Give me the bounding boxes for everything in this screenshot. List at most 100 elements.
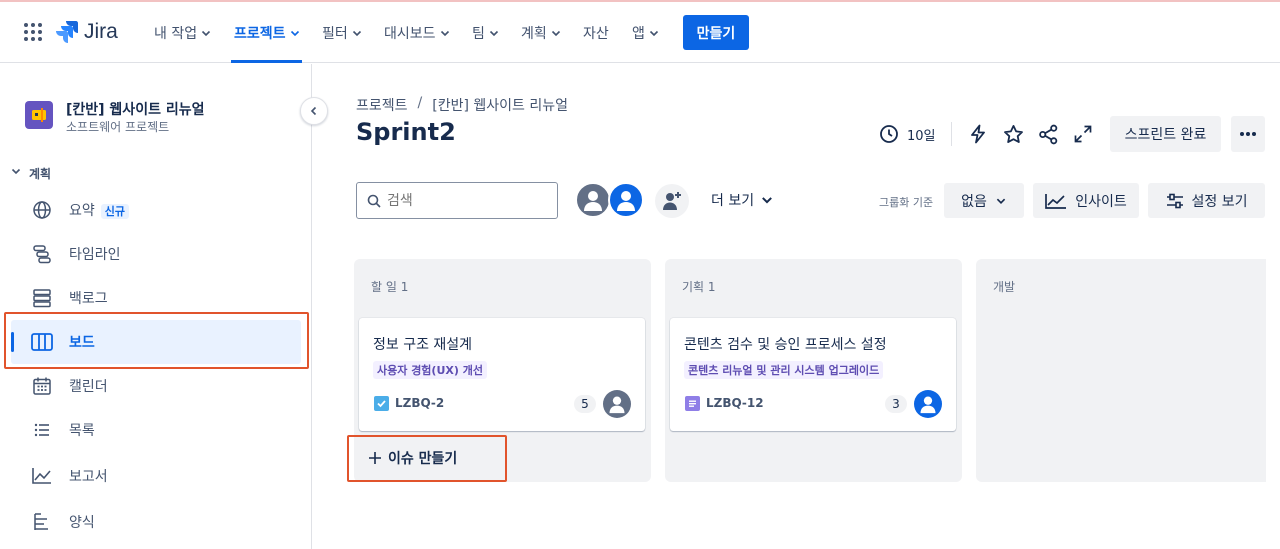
breadcrumb-projects[interactable]: 프로젝트 [356, 95, 408, 115]
breadcrumb-project[interactable]: [칸반] 웹사이트 리뉴얼 [432, 95, 568, 115]
column-title[interactable]: 할 일 1 [371, 278, 408, 295]
column-title[interactable]: 기획 1 [682, 278, 716, 295]
search-input[interactable] [387, 192, 547, 209]
story-points: 5 [574, 395, 596, 413]
project-avatar-icon [32, 108, 46, 122]
column-title[interactable]: 개발 [993, 278, 1015, 295]
nav-projects[interactable]: 프로젝트 [234, 2, 300, 63]
sidebar-item-label: 목록 [69, 423, 95, 439]
chevron-down-icon [202, 30, 211, 36]
page-title: Sprint2 [356, 118, 456, 146]
section-chevron-down-icon[interactable] [11, 166, 21, 176]
app-switcher-icon[interactable] [23, 22, 43, 42]
timeline-icon [30, 242, 54, 266]
new-badge: 신규 [100, 204, 130, 219]
jira-logo[interactable]: Jira [56, 20, 118, 44]
star-icon[interactable] [1003, 124, 1024, 145]
epic-label[interactable]: 사용자 경험(UX) 개선 [373, 361, 487, 379]
chevron-down-icon [649, 30, 658, 36]
issue-key[interactable]: LZBQ-12 [706, 396, 764, 410]
issue-key[interactable]: LZBQ-2 [395, 396, 444, 410]
sidebar-item-forms[interactable]: 양식 [0, 500, 312, 544]
project-name[interactable]: [칸반] 웹사이트 리뉴얼 [66, 99, 204, 119]
group-by-select[interactable]: 없음 [944, 183, 1024, 218]
card-title: 정보 구조 재설계 [373, 337, 473, 353]
more-horizontal-icon [1240, 132, 1256, 136]
jira-logo-icon [56, 21, 78, 43]
chevron-left-icon [310, 106, 317, 116]
section-planning[interactable]: 계획 [29, 165, 51, 182]
calendar-icon [30, 374, 54, 398]
more-actions-button[interactable] [1231, 116, 1265, 152]
chart-line-icon [1045, 193, 1067, 209]
chevron-down-icon [551, 30, 560, 36]
person-icon [920, 396, 936, 414]
create-button[interactable]: 만들기 [683, 15, 749, 50]
person-icon [584, 191, 602, 211]
days-remaining[interactable]: 10일 [879, 124, 936, 144]
collapse-sidebar-button[interactable] [300, 97, 328, 125]
list-icon [30, 418, 54, 442]
assignee-avatar[interactable] [608, 182, 644, 218]
nav-assets[interactable]: 자산 [583, 2, 609, 63]
globe-icon [30, 198, 54, 222]
epic-label[interactable]: 콘텐츠 리뉴얼 및 관리 시스템 업그레이드 [684, 361, 884, 379]
complete-sprint-button[interactable]: 스프린트 완료 [1110, 116, 1221, 152]
share-icon[interactable] [1038, 124, 1059, 145]
sidebar-item-list[interactable]: 목록 [0, 408, 312, 452]
sidebar-item-summary[interactable]: 요약 신규 [0, 188, 312, 232]
breadcrumb-separator: / [417, 95, 423, 111]
story-type-icon [685, 396, 700, 411]
sidebar-item-label: 양식 [69, 515, 95, 531]
automation-icon[interactable] [968, 124, 988, 144]
sidebar-item-reports[interactable]: 보고서 [0, 454, 312, 498]
board-column-planning: 기획 1 콘텐츠 검수 및 승인 프로세스 설정 콘텐츠 리뉴얼 및 관리 시스… [665, 259, 962, 482]
jira-logo-text: Jira [84, 20, 118, 43]
highlight-create-issue [347, 435, 507, 482]
expand-icon[interactable] [1073, 124, 1093, 144]
board-column-development: 개발 [976, 259, 1266, 482]
settings-sliders-icon [1166, 193, 1183, 208]
card-title: 콘텐츠 검수 및 승인 프로세스 설정 [684, 337, 887, 353]
sidebar-item-timeline[interactable]: 타임라인 [0, 232, 312, 276]
clock-icon [880, 125, 898, 143]
insights-button[interactable]: 인사이트 [1033, 183, 1139, 218]
chevron-down-icon [996, 198, 1006, 204]
chevron-down-icon [489, 30, 498, 36]
chevron-down-icon [762, 197, 772, 204]
more-filters-button[interactable]: 더 보기 [711, 190, 774, 210]
project-type: 소프트웨어 프로젝트 [66, 120, 170, 134]
top-navigation-bar: Jira 내 작업 프로젝트 필터 대시보드 팀 계획 자산 앱 만들기 [0, 2, 1280, 63]
card-assignee-avatar[interactable] [914, 390, 942, 418]
add-person-icon [663, 192, 681, 210]
sidebar-item-label: 타임라인 [69, 247, 121, 263]
nav-filters[interactable]: 필터 [322, 2, 362, 63]
nav-apps[interactable]: 앱 [632, 2, 659, 63]
story-points: 3 [885, 395, 907, 413]
form-icon [30, 510, 54, 534]
add-people-button[interactable] [655, 184, 689, 218]
person-icon [617, 191, 635, 211]
assignee-avatar[interactable] [575, 182, 611, 218]
chart-line-icon [30, 464, 54, 488]
chevron-down-icon [290, 30, 299, 36]
project-avatar [25, 101, 53, 129]
chevron-down-icon [352, 30, 361, 36]
issue-card[interactable]: 정보 구조 재설계 사용자 경험(UX) 개선 LZBQ-2 5 [359, 318, 645, 431]
card-assignee-avatar[interactable] [603, 390, 631, 418]
view-settings-button[interactable]: 설정 보기 [1148, 183, 1265, 218]
group-by-label: 그룹화 기준 [879, 196, 934, 209]
nav-plans[interactable]: 계획 [521, 2, 561, 63]
sidebar-item-label: 요약 신규 [69, 200, 130, 220]
task-type-icon [374, 396, 389, 411]
board-search-field[interactable] [356, 182, 558, 219]
nav-teams[interactable]: 팀 [472, 2, 499, 63]
search-icon [367, 194, 381, 208]
backlog-icon [30, 286, 54, 310]
nav-dashboards[interactable]: 대시보드 [384, 2, 450, 63]
issue-card[interactable]: 콘텐츠 검수 및 승인 프로세스 설정 콘텐츠 리뉴얼 및 관리 시스템 업그레… [670, 318, 956, 431]
nav-my-work[interactable]: 내 작업 [154, 2, 211, 63]
sidebar-item-calendar[interactable]: 캘린더 [0, 364, 312, 408]
sidebar-item-label: 캘린더 [69, 379, 108, 395]
person-icon [609, 396, 625, 414]
